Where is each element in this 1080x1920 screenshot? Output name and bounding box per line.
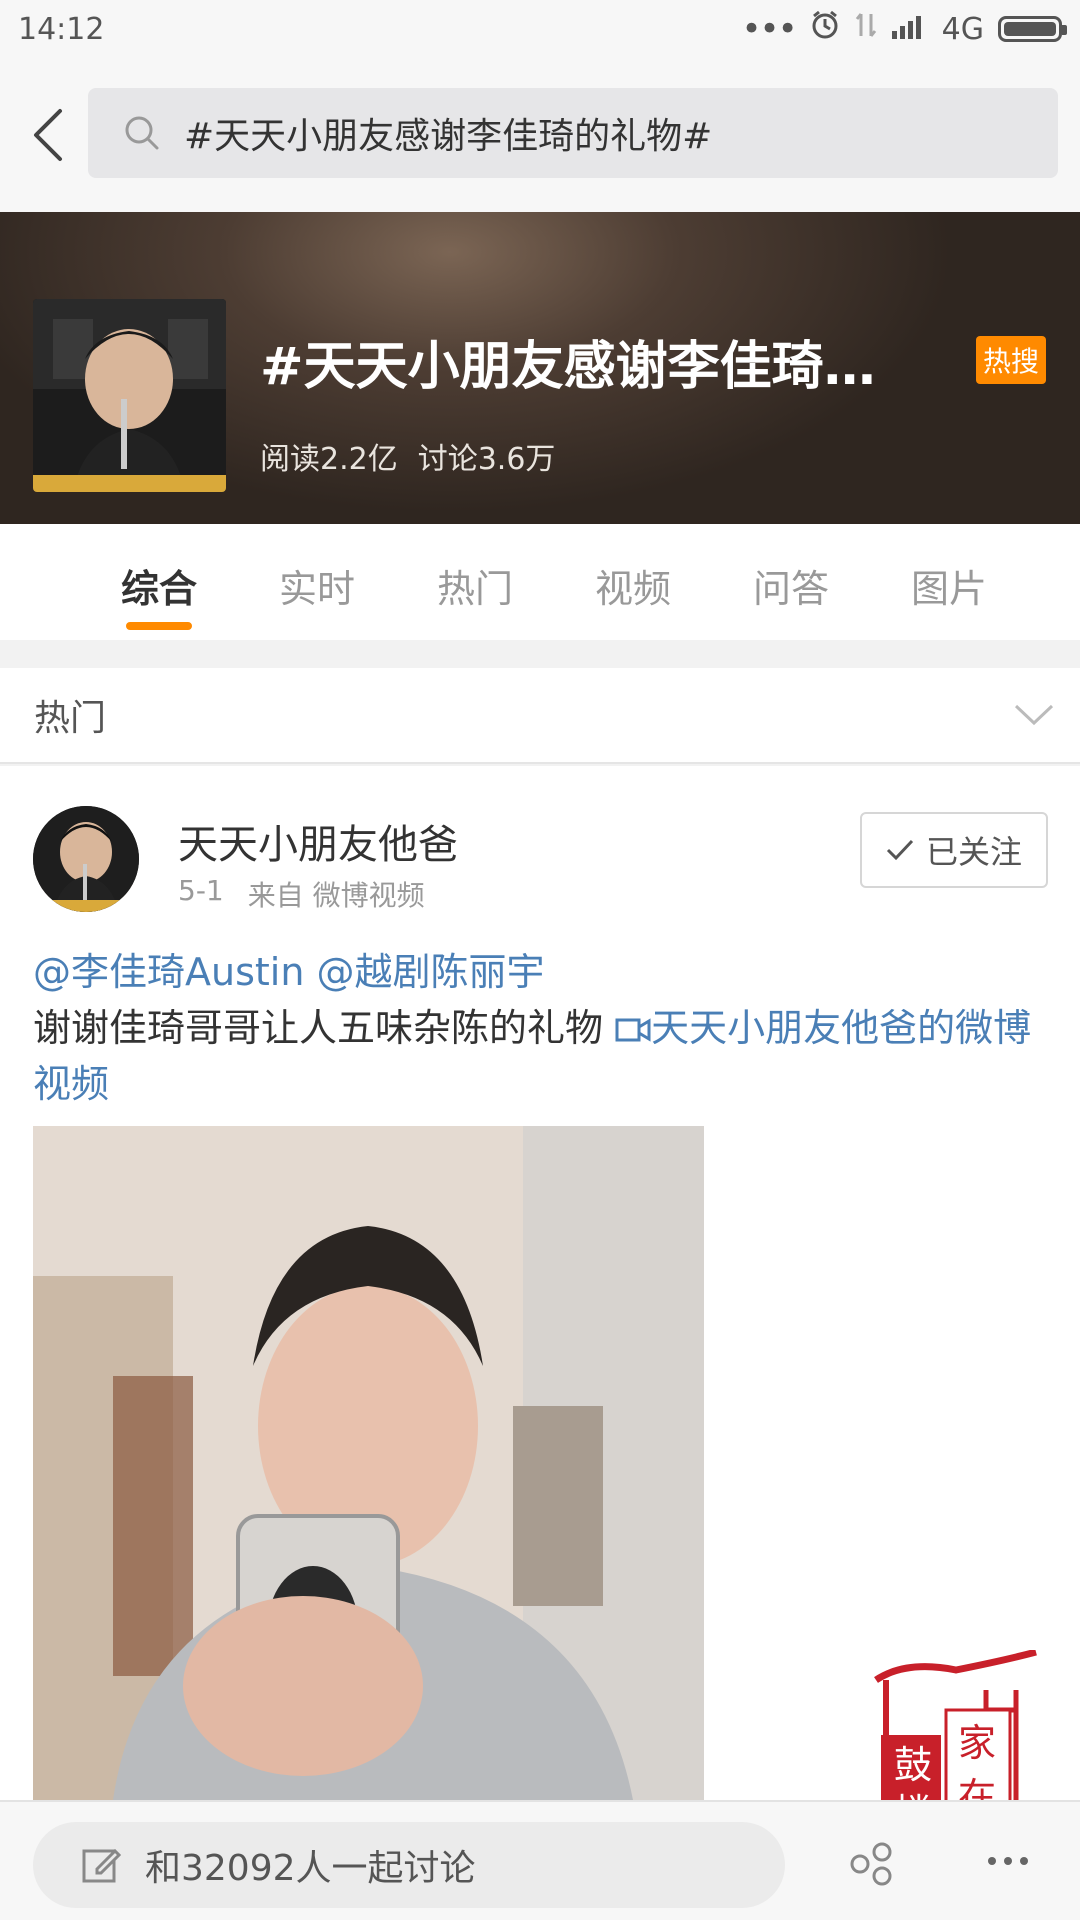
hot-section-header[interactable]: 热门 xyxy=(0,668,1080,764)
following-button[interactable]: 已关注 xyxy=(860,812,1048,888)
back-button[interactable] xyxy=(22,98,72,172)
avatar-image xyxy=(33,806,139,912)
post-date: 5-1 xyxy=(178,874,224,907)
following-label: 已关注 xyxy=(925,833,1022,871)
post-source: 来自 微博视频 xyxy=(247,879,425,912)
discuss-input[interactable]: 和32092人一起讨论 xyxy=(33,1822,785,1908)
status-bar: 14:12 ••• 4G xyxy=(0,0,1080,58)
tab-bar: 综合 实时 热门 视频 问答 图片 xyxy=(0,524,1080,640)
search-input[interactable]: #天天小朋友感谢李佳琦的礼物# xyxy=(88,88,1058,178)
network-type: 4G xyxy=(941,11,984,47)
post-body: @李佳琦Austin @越剧陈丽宇 谢谢佳琦哥哥让人五味杂陈的礼物 天天小朋友他… xyxy=(33,944,1053,1112)
more-options-icon[interactable] xyxy=(986,1852,1030,1871)
tab-realtime[interactable]: 实时 xyxy=(238,524,396,640)
mention-link[interactable]: @李佳琦Austin xyxy=(33,950,304,994)
chevron-down-icon[interactable] xyxy=(1014,703,1054,727)
active-tab-indicator xyxy=(126,622,192,630)
tab-comprehensive[interactable]: 综合 xyxy=(80,524,238,640)
topic-thumbnail[interactable] xyxy=(33,299,226,492)
avatar[interactable] xyxy=(33,806,139,912)
read-count: 阅读2.2亿 xyxy=(260,442,398,477)
post-text: 谢谢佳琦哥哥让人五味杂陈的礼物 xyxy=(33,1006,604,1050)
share-icon[interactable] xyxy=(848,1842,894,1890)
discussion-count: 讨论3.6万 xyxy=(417,442,556,477)
search-icon xyxy=(125,116,159,150)
tab-video[interactable]: 视频 xyxy=(554,524,712,640)
search-header: #天天小朋友感谢李佳琦的礼物# xyxy=(0,58,1080,212)
status-time: 14:12 xyxy=(18,11,105,47)
section-title: 热门 xyxy=(34,698,107,739)
bottom-bar: 和32092人一起讨论 xyxy=(0,1800,1080,1920)
mention-link[interactable]: @越剧陈丽宇 xyxy=(317,950,545,994)
alarm-icon xyxy=(810,10,840,48)
svg-text:家: 家 xyxy=(958,1721,996,1765)
post-meta: 5-1 来自 微博视频 xyxy=(178,874,425,914)
author-name[interactable]: 天天小朋友他爸 xyxy=(178,812,458,870)
data-transfer-icon xyxy=(854,10,878,48)
tab-images[interactable]: 图片 xyxy=(870,524,1028,640)
search-query: #天天小朋友感谢李佳琦的礼物# xyxy=(184,116,713,157)
edit-icon xyxy=(82,1848,121,1883)
notification-dots-icon: ••• xyxy=(741,9,797,49)
tab-hot[interactable]: 热门 xyxy=(396,524,554,640)
weibo-post: 天天小朋友他爸 5-1 来自 微博视频 已关注 @李佳琦Austin @越剧陈丽… xyxy=(0,766,1080,1800)
back-arrow-icon xyxy=(34,109,62,161)
video-camera-icon xyxy=(615,1018,651,1042)
boy-with-phone-image xyxy=(33,1126,704,1800)
topic-title: #天天小朋友感谢李佳琦… xyxy=(260,337,876,397)
topic-banner: #天天小朋友感谢李佳琦… 热搜 阅读2.2亿 讨论3.6万 xyxy=(0,212,1080,524)
boy-eating-image xyxy=(33,299,226,492)
battery-icon xyxy=(998,16,1067,42)
signal-icon xyxy=(891,12,928,47)
hot-search-badge: 热搜 xyxy=(976,336,1046,384)
discuss-placeholder: 和32092人一起讨论 xyxy=(145,1848,476,1889)
tab-qa[interactable]: 问答 xyxy=(712,524,870,640)
svg-text:鼓: 鼓 xyxy=(894,1743,932,1787)
checkmark-icon xyxy=(886,839,914,861)
topic-stats: 阅读2.2亿 讨论3.6万 xyxy=(260,434,555,478)
status-icons: ••• 4G xyxy=(741,9,1067,49)
video-thumbnail[interactable] xyxy=(33,1126,704,1800)
